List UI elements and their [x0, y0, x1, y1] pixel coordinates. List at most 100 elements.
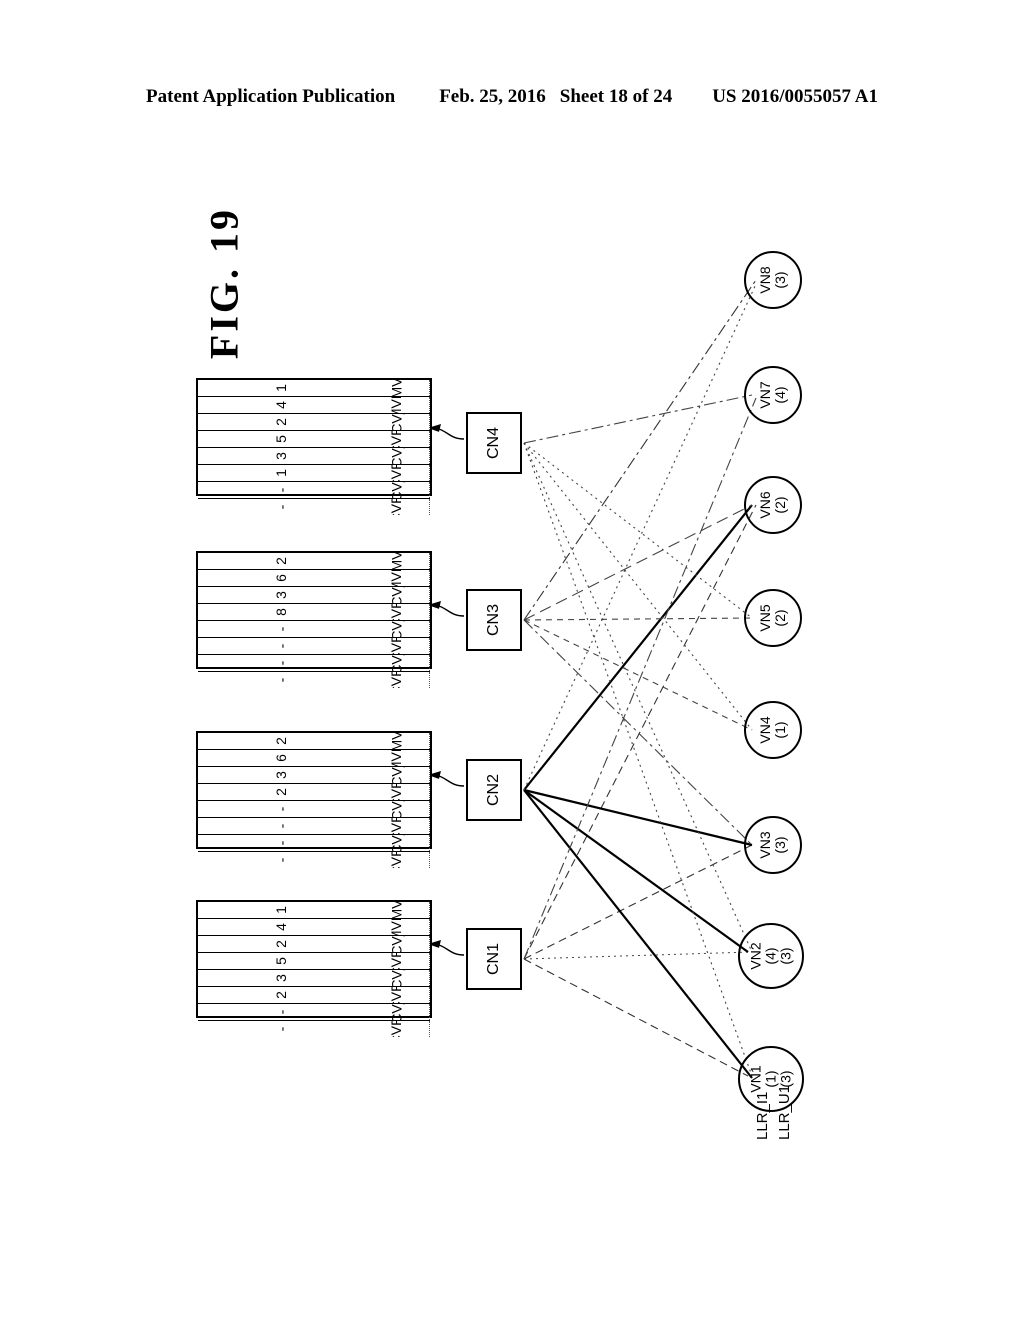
table-cell-value: 5 [198, 953, 364, 969]
table-cell-label-text: MCV_1 [389, 414, 405, 430]
variable-node-value: (1) [772, 721, 788, 739]
table-cell-value-text: 2 [272, 418, 289, 426]
table-cell-value: 5 [198, 431, 364, 447]
variable-node-vn5[interactable]: VN5 (2) [744, 589, 802, 647]
table-row: 6 MVP [198, 570, 430, 587]
variable-node-vn4[interactable]: VN4 (1) [744, 701, 802, 759]
table-cell-value-text: 3 [272, 974, 289, 982]
table-cell-value-text: 3 [272, 771, 289, 779]
check-node-cn1[interactable]: CN1 [466, 928, 522, 990]
check-node-cn3[interactable]: CN3 [466, 589, 522, 651]
table-cell-value: 4 [198, 397, 364, 413]
table-cell-value: - [198, 638, 364, 654]
llr-updated-label: LLR_U1 [776, 1084, 793, 1140]
variable-node-vn7[interactable]: VN7 (4) [744, 366, 802, 424]
table-cell-value-text: - [272, 1026, 289, 1032]
check-node-label: CN1 [485, 942, 502, 976]
table-cell-label-text: MVP [388, 570, 405, 586]
variable-node-vn3[interactable]: VN3 (3) [744, 816, 802, 874]
cn-table-cn1: 1MV4MVP2MCV_15MCVP_13MCV_22MCVP_2-MCV_3-… [196, 900, 432, 1037]
variable-node-value-secondary: (3) [777, 947, 794, 965]
table-cell-label-text: MCVP_3 [389, 1021, 405, 1037]
table-cell-label: MV [364, 553, 430, 569]
table-cell-value-text: - [272, 857, 289, 863]
table-cell-value-text: 1 [272, 469, 289, 477]
table-cell-label-text: MCVP_1 [389, 784, 405, 800]
table-cell-label: MCVP_1 [364, 953, 430, 969]
table-cell-label-text: MCV_1 [389, 936, 405, 952]
check-node-label: CN4 [485, 426, 502, 460]
table-row: 2 MV [198, 553, 430, 570]
table-cell-label: MCV_1 [364, 767, 430, 783]
table-cell-label: MV [364, 380, 430, 396]
table-cell-value: 2 [198, 733, 364, 749]
table-cell-label-text: MCVP_1 [389, 604, 405, 620]
table-cell-label: MCV_1 [364, 587, 430, 603]
table-cell-label-text: MCV_1 [389, 587, 405, 603]
table-cell-label-text: MCV_3 [389, 655, 405, 671]
table-cell-value-text: - [272, 823, 289, 829]
table-cell-label: MCVP_1 [364, 784, 430, 800]
table-cell-label-text: MV [388, 902, 405, 918]
table-cell-value-text: 5 [272, 957, 289, 965]
variable-node-vn8[interactable]: VN8 (3) [744, 251, 802, 309]
table-cell-label-text: MCV_3 [389, 1004, 405, 1020]
check-node-cn4[interactable]: CN4 [466, 412, 522, 474]
table-row: 4 MVP [198, 919, 430, 936]
table-cell-value-text: 6 [272, 754, 289, 762]
table-cell-label: MCV_3 [364, 655, 430, 671]
table-cell-label-text: MCVP_1 [389, 431, 405, 447]
table-cell-value-text: - [272, 677, 289, 683]
variable-node-value: (2) [772, 496, 788, 514]
cn-table-cn3: 2MV6MVP3MCV_18MCVP_1-MCV_2-MCVP_2-MCV_3-… [196, 551, 432, 688]
table-cell-value: 2 [198, 987, 364, 1003]
table-cell-value: 2 [198, 936, 364, 952]
table-row: 3 MCV_2 [198, 970, 430, 987]
variable-node-value: (3) [772, 836, 788, 854]
cn-table-cn2: 2MV6MVP3MCV_12MCVP_1-MCV_2-MCVP_2-MCV_3-… [196, 731, 432, 868]
table-cell-value-text: 3 [272, 452, 289, 460]
variable-node-vn2[interactable]: VN2 (4) (3) [738, 923, 804, 989]
table-row: - MCVP_3 [198, 852, 430, 868]
table-row: 3 MCV_1 [198, 587, 430, 604]
table-cell-label-text: MCV_2 [389, 448, 405, 464]
table-cell-label-text: MCVP_2 [389, 638, 405, 654]
check-node-cn2[interactable]: CN2 [466, 759, 522, 821]
table-cell-value: 6 [198, 570, 364, 586]
table-cell-value: 1 [198, 902, 364, 918]
table-cell-value: - [198, 655, 364, 671]
table-cell-label: MVP [364, 919, 430, 935]
table-cell-label-text: MCVP_3 [389, 499, 405, 515]
variable-node-vn6[interactable]: VN6 (2) [744, 476, 802, 534]
table-cell-value: 1 [198, 380, 364, 396]
table-row: 6 MVP [198, 750, 430, 767]
table-cell-label: MCVP_3 [364, 1021, 430, 1037]
table-cell-label-text: MCV_3 [389, 482, 405, 498]
variable-node-label: VN8 [757, 266, 773, 294]
table-cell-label: MCVP_2 [364, 818, 430, 834]
table-cell-label: MCV_2 [364, 448, 430, 464]
table-cell-value-text: - [272, 504, 289, 510]
variable-node-value: (4) [772, 386, 788, 404]
table-row: - MCVP_3 [198, 1021, 430, 1037]
table-cell-label: MCVP_2 [364, 987, 430, 1003]
check-node-label: CN3 [485, 603, 502, 637]
cn-table-cn4: 1MV4MVP2MCV_15MCVP_13MCV_21MCVP_2-MCV_3-… [196, 378, 432, 515]
table-cell-label: MCVP_1 [364, 604, 430, 620]
table-row: 3 MCV_1 [198, 767, 430, 784]
table-cell-value: 1 [198, 465, 364, 481]
table-row: 2 MCV_1 [198, 414, 430, 431]
table-cell-value-text: 3 [272, 591, 289, 599]
table-cell-value-text: 2 [272, 557, 289, 565]
table-cell-value-text: 2 [272, 940, 289, 948]
table-cell-label: MCVP_2 [364, 465, 430, 481]
table-cell-label: MCV_3 [364, 1004, 430, 1020]
table-row: 5 MCVP_1 [198, 953, 430, 970]
tanner-graph-edges [427, 279, 757, 1079]
variable-node-label: VN7 [757, 381, 773, 409]
table-cell-value-text: 4 [272, 401, 289, 409]
table-cell-value-text: 2 [272, 991, 289, 999]
table-cell-value-text: - [272, 1009, 289, 1015]
check-node-label: CN2 [485, 773, 502, 807]
table-cell-label: MCVP_2 [364, 638, 430, 654]
